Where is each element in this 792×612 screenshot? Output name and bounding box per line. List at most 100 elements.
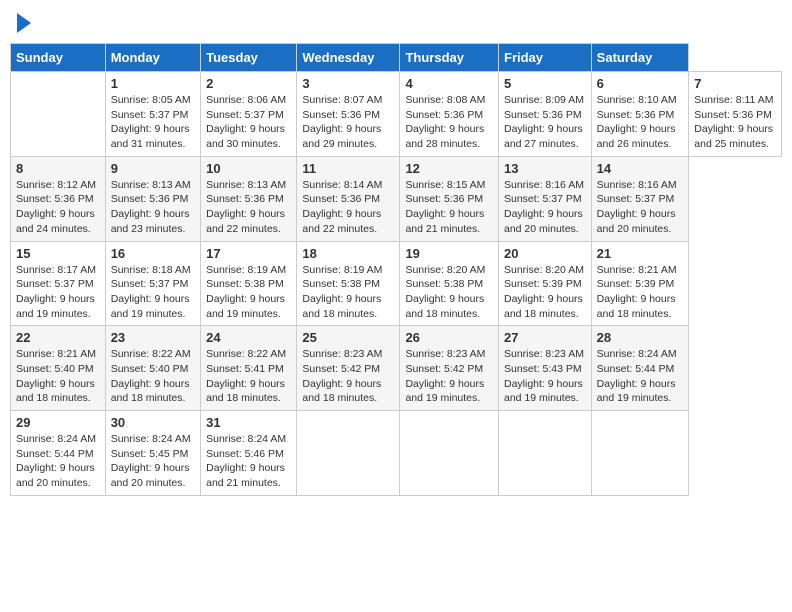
day-number: 11: [302, 161, 394, 176]
day-number: 1: [111, 76, 195, 91]
calendar-header-saturday: Saturday: [591, 44, 689, 72]
calendar-day-10: 10 Sunrise: 8:13 AMSunset: 5:36 PMDaylig…: [201, 156, 297, 241]
calendar-day-16: 16 Sunrise: 8:18 AMSunset: 5:37 PMDaylig…: [105, 241, 200, 326]
calendar-day-7: 7 Sunrise: 8:11 AMSunset: 5:36 PMDayligh…: [689, 72, 782, 157]
calendar-day-13: 13 Sunrise: 8:16 AMSunset: 5:37 PMDaylig…: [499, 156, 592, 241]
day-info: Sunrise: 8:20 AMSunset: 5:38 PMDaylight:…: [405, 264, 485, 320]
day-number: 10: [206, 161, 291, 176]
calendar-day-30: 30 Sunrise: 8:24 AMSunset: 5:45 PMDaylig…: [105, 411, 200, 496]
day-number: 7: [694, 76, 776, 91]
day-info: Sunrise: 8:05 AMSunset: 5:37 PMDaylight:…: [111, 94, 191, 150]
day-info: Sunrise: 8:21 AMSunset: 5:40 PMDaylight:…: [16, 348, 96, 404]
calendar-day-2: 2 Sunrise: 8:06 AMSunset: 5:37 PMDayligh…: [201, 72, 297, 157]
day-number: 8: [16, 161, 100, 176]
calendar-day-29: 29 Sunrise: 8:24 AMSunset: 5:44 PMDaylig…: [11, 411, 106, 496]
calendar-week-1: 1 Sunrise: 8:05 AMSunset: 5:37 PMDayligh…: [11, 72, 782, 157]
day-number: 12: [405, 161, 493, 176]
calendar-header-friday: Friday: [499, 44, 592, 72]
calendar-day-1: 1 Sunrise: 8:05 AMSunset: 5:37 PMDayligh…: [105, 72, 200, 157]
day-info: Sunrise: 8:08 AMSunset: 5:36 PMDaylight:…: [405, 94, 485, 150]
day-number: 19: [405, 246, 493, 261]
day-info: Sunrise: 8:07 AMSunset: 5:36 PMDaylight:…: [302, 94, 382, 150]
day-number: 16: [111, 246, 195, 261]
day-info: Sunrise: 8:16 AMSunset: 5:37 PMDaylight:…: [597, 179, 677, 235]
calendar-day-9: 9 Sunrise: 8:13 AMSunset: 5:36 PMDayligh…: [105, 156, 200, 241]
day-number: 24: [206, 330, 291, 345]
day-number: 4: [405, 76, 493, 91]
calendar-header-wednesday: Wednesday: [297, 44, 400, 72]
day-info: Sunrise: 8:13 AMSunset: 5:36 PMDaylight:…: [111, 179, 191, 235]
day-info: Sunrise: 8:14 AMSunset: 5:36 PMDaylight:…: [302, 179, 382, 235]
day-number: 31: [206, 415, 291, 430]
calendar-week-2: 8 Sunrise: 8:12 AMSunset: 5:36 PMDayligh…: [11, 156, 782, 241]
calendar-day-25: 25 Sunrise: 8:23 AMSunset: 5:42 PMDaylig…: [297, 326, 400, 411]
day-info: Sunrise: 8:19 AMSunset: 5:38 PMDaylight:…: [206, 264, 286, 320]
calendar-day-3: 3 Sunrise: 8:07 AMSunset: 5:36 PMDayligh…: [297, 72, 400, 157]
calendar-header-thursday: Thursday: [400, 44, 499, 72]
day-info: Sunrise: 8:24 AMSunset: 5:44 PMDaylight:…: [16, 433, 96, 489]
day-info: Sunrise: 8:15 AMSunset: 5:36 PMDaylight:…: [405, 179, 485, 235]
day-number: 5: [504, 76, 586, 91]
day-number: 22: [16, 330, 100, 345]
day-info: Sunrise: 8:23 AMSunset: 5:42 PMDaylight:…: [302, 348, 382, 404]
day-number: 28: [597, 330, 684, 345]
calendar-day-27: 27 Sunrise: 8:23 AMSunset: 5:43 PMDaylig…: [499, 326, 592, 411]
day-info: Sunrise: 8:24 AMSunset: 5:44 PMDaylight:…: [597, 348, 677, 404]
calendar-header-sunday: Sunday: [11, 44, 106, 72]
empty-cell: [591, 411, 689, 496]
logo: [15, 15, 31, 33]
day-number: 27: [504, 330, 586, 345]
day-info: Sunrise: 8:11 AMSunset: 5:36 PMDaylight:…: [694, 94, 773, 150]
day-info: Sunrise: 8:06 AMSunset: 5:37 PMDaylight:…: [206, 94, 286, 150]
day-number: 2: [206, 76, 291, 91]
calendar-day-20: 20 Sunrise: 8:20 AMSunset: 5:39 PMDaylig…: [499, 241, 592, 326]
empty-cell: [499, 411, 592, 496]
day-number: 20: [504, 246, 586, 261]
day-number: 9: [111, 161, 195, 176]
empty-cell: [297, 411, 400, 496]
calendar-day-28: 28 Sunrise: 8:24 AMSunset: 5:44 PMDaylig…: [591, 326, 689, 411]
calendar-day-4: 4 Sunrise: 8:08 AMSunset: 5:36 PMDayligh…: [400, 72, 499, 157]
day-number: 13: [504, 161, 586, 176]
day-info: Sunrise: 8:21 AMSunset: 5:39 PMDaylight:…: [597, 264, 677, 320]
calendar-day-24: 24 Sunrise: 8:22 AMSunset: 5:41 PMDaylig…: [201, 326, 297, 411]
day-info: Sunrise: 8:13 AMSunset: 5:36 PMDaylight:…: [206, 179, 286, 235]
calendar-day-21: 21 Sunrise: 8:21 AMSunset: 5:39 PMDaylig…: [591, 241, 689, 326]
calendar-day-31: 31 Sunrise: 8:24 AMSunset: 5:46 PMDaylig…: [201, 411, 297, 496]
calendar-day-17: 17 Sunrise: 8:19 AMSunset: 5:38 PMDaylig…: [201, 241, 297, 326]
day-info: Sunrise: 8:09 AMSunset: 5:36 PMDaylight:…: [504, 94, 584, 150]
calendar-header-monday: Monday: [105, 44, 200, 72]
calendar-day-14: 14 Sunrise: 8:16 AMSunset: 5:37 PMDaylig…: [591, 156, 689, 241]
calendar-day-19: 19 Sunrise: 8:20 AMSunset: 5:38 PMDaylig…: [400, 241, 499, 326]
day-info: Sunrise: 8:24 AMSunset: 5:45 PMDaylight:…: [111, 433, 191, 489]
day-number: 3: [302, 76, 394, 91]
day-number: 26: [405, 330, 493, 345]
day-number: 23: [111, 330, 195, 345]
day-info: Sunrise: 8:23 AMSunset: 5:43 PMDaylight:…: [504, 348, 584, 404]
day-info: Sunrise: 8:24 AMSunset: 5:46 PMDaylight:…: [206, 433, 286, 489]
day-info: Sunrise: 8:16 AMSunset: 5:37 PMDaylight:…: [504, 179, 584, 235]
calendar-day-12: 12 Sunrise: 8:15 AMSunset: 5:36 PMDaylig…: [400, 156, 499, 241]
day-info: Sunrise: 8:10 AMSunset: 5:36 PMDaylight:…: [597, 94, 677, 150]
calendar-day-15: 15 Sunrise: 8:17 AMSunset: 5:37 PMDaylig…: [11, 241, 106, 326]
calendar-day-11: 11 Sunrise: 8:14 AMSunset: 5:36 PMDaylig…: [297, 156, 400, 241]
day-number: 6: [597, 76, 684, 91]
calendar-header-tuesday: Tuesday: [201, 44, 297, 72]
calendar-week-3: 15 Sunrise: 8:17 AMSunset: 5:37 PMDaylig…: [11, 241, 782, 326]
day-info: Sunrise: 8:19 AMSunset: 5:38 PMDaylight:…: [302, 264, 382, 320]
day-info: Sunrise: 8:20 AMSunset: 5:39 PMDaylight:…: [504, 264, 584, 320]
day-info: Sunrise: 8:22 AMSunset: 5:40 PMDaylight:…: [111, 348, 191, 404]
day-number: 18: [302, 246, 394, 261]
calendar-day-22: 22 Sunrise: 8:21 AMSunset: 5:40 PMDaylig…: [11, 326, 106, 411]
day-info: Sunrise: 8:22 AMSunset: 5:41 PMDaylight:…: [206, 348, 286, 404]
calendar-day-26: 26 Sunrise: 8:23 AMSunset: 5:42 PMDaylig…: [400, 326, 499, 411]
calendar-day-5: 5 Sunrise: 8:09 AMSunset: 5:36 PMDayligh…: [499, 72, 592, 157]
calendar-day-6: 6 Sunrise: 8:10 AMSunset: 5:36 PMDayligh…: [591, 72, 689, 157]
day-info: Sunrise: 8:18 AMSunset: 5:37 PMDaylight:…: [111, 264, 191, 320]
calendar-week-5: 29 Sunrise: 8:24 AMSunset: 5:44 PMDaylig…: [11, 411, 782, 496]
logo-arrow-icon: [17, 13, 31, 33]
day-number: 15: [16, 246, 100, 261]
day-info: Sunrise: 8:12 AMSunset: 5:36 PMDaylight:…: [16, 179, 96, 235]
day-number: 21: [597, 246, 684, 261]
empty-cell: [11, 72, 106, 157]
